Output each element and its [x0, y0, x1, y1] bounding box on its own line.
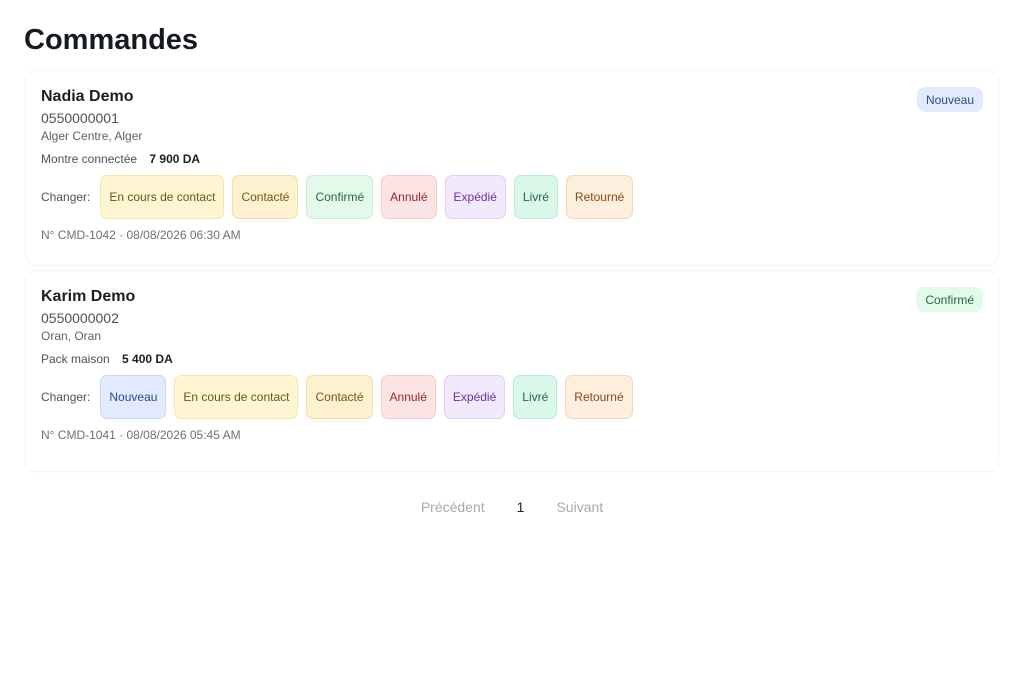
status-button-contacte[interactable]: Contacté — [306, 375, 373, 419]
status-button-contacte[interactable]: Contacté — [232, 175, 299, 219]
product-price: 5 400 DA — [122, 352, 173, 366]
status-button-retourne[interactable]: Retourné — [565, 375, 633, 419]
status-button-en-cours[interactable]: En cours de contact — [100, 175, 225, 219]
product-line: Pack maison 5 400 DA — [41, 351, 983, 367]
order-card: Karim Demo 0550000002 Oran, Oran Pack ma… — [26, 271, 998, 471]
order-list: Nadia Demo 0550000001 Alger Centre, Alge… — [24, 71, 1000, 471]
status-button-retourne[interactable]: Retourné — [565, 175, 634, 219]
order-meta: N° CMD-1042 · 08/08/2026 06:30 AM — [41, 228, 241, 242]
change-status-label: Changer: — [41, 390, 91, 404]
customer-phone: 0550000002 — [41, 310, 119, 326]
product-line: Montre connectée 7 900 DA — [41, 151, 983, 167]
previous-page-button[interactable]: Précédent — [421, 499, 485, 515]
status-button-expedie[interactable]: Expédié — [443, 375, 506, 419]
customer-name: Nadia Demo — [41, 88, 134, 105]
status-button-expedie[interactable]: Expédié — [444, 175, 506, 219]
status-button-livre[interactable]: Livré — [513, 375, 558, 419]
product-name: Montre connectée — [41, 152, 138, 166]
order-meta: N° CMD-1041 · 08/08/2026 05:45 AM — [41, 428, 241, 442]
status-button-confirme[interactable]: Confirmé — [306, 175, 374, 219]
status-button-livre[interactable]: Livré — [513, 175, 558, 219]
orders-page: Commandes Nadia Demo 0550000001 Alger Ce… — [0, 0, 1024, 515]
status-badge: Confirmé — [916, 287, 983, 312]
order-card: Nadia Demo 0550000001 Alger Centre, Alge… — [26, 71, 998, 265]
page-title: Commandes — [24, 24, 199, 56]
product-price: 7 900 DA — [149, 152, 201, 166]
customer-phone: 0550000001 — [41, 110, 119, 126]
status-button-en-cours[interactable]: En cours de contact — [174, 375, 299, 419]
status-button-annule[interactable]: Annulé — [381, 175, 437, 219]
status-change-row: Changer: Nouveau En cours de contact Con… — [41, 375, 983, 419]
change-status-label: Changer: — [41, 190, 91, 204]
status-badge: Nouveau — [916, 87, 983, 112]
page-number-current[interactable]: 1 — [517, 499, 525, 515]
status-button-nouveau[interactable]: Nouveau — [100, 375, 167, 419]
next-page-button[interactable]: Suivant — [556, 499, 603, 515]
product-name: Pack maison — [41, 352, 110, 366]
status-change-row: Changer: En cours de contact Contacté Co… — [41, 175, 983, 219]
pagination: Précédent 1 Suivant — [24, 499, 1000, 515]
customer-name: Karim Demo — [41, 288, 136, 305]
customer-address: Alger Centre, Alger — [41, 129, 143, 143]
customer-address: Oran, Oran — [41, 329, 102, 343]
status-button-annule[interactable]: Annulé — [380, 375, 436, 419]
